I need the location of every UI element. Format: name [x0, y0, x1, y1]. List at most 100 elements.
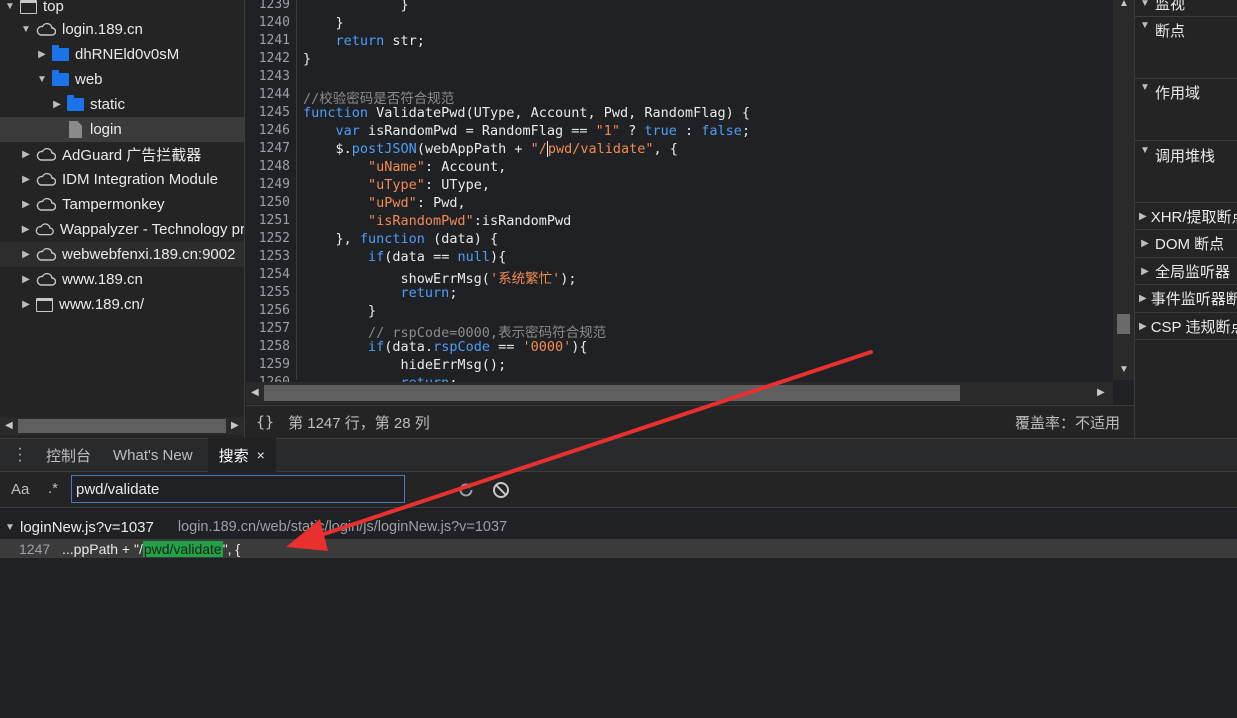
expand-right-icon[interactable]: ▶ [51, 99, 63, 110]
search-input[interactable] [71, 475, 405, 503]
line-number[interactable]: 1239 [259, 0, 290, 12]
line-number[interactable]: 1251 [259, 213, 290, 228]
line-number[interactable]: 1259 [259, 357, 290, 372]
expand-right-icon[interactable]: ▶ [20, 224, 31, 235]
code-line[interactable]: } [303, 15, 344, 31]
tree-item-dhrnel[interactable]: ▶ dhRNEld0v0sM [0, 42, 244, 67]
section-scope[interactable]: ▼ 作用域 [1135, 79, 1237, 141]
line-number[interactable]: 1242 [259, 51, 290, 66]
scrollbar-thumb[interactable] [1117, 314, 1130, 334]
code-line[interactable]: var isRandomPwd = RandomFlag == "1" ? tr… [303, 123, 751, 139]
code-line[interactable]: return str; [303, 33, 425, 49]
expand-down-icon[interactable]: ▼ [1139, 20, 1151, 31]
scroll-down-icon[interactable]: ▼ [1119, 364, 1129, 375]
expand-right-icon[interactable]: ▶ [20, 199, 32, 210]
code-line[interactable]: "uType": UType, [303, 177, 490, 193]
code-line[interactable]: } [303, 51, 311, 67]
section-dom-breakpoints[interactable]: ▶ DOM 断点 [1135, 230, 1237, 258]
regex-button[interactable]: .* [48, 480, 58, 497]
tree-item-static[interactable]: ▶ static [0, 92, 244, 117]
tree-item-login[interactable]: login [0, 117, 244, 142]
code-line[interactable]: function ValidatePwd(UType, Account, Pwd… [303, 105, 750, 121]
expand-down-icon[interactable]: ▼ [36, 74, 48, 85]
scroll-left-icon[interactable]: ◀ [251, 387, 259, 398]
result-match-row[interactable]: 1247 ...ppPath + "/pwd/validate ", { [0, 539, 1237, 558]
line-number[interactable]: 1248 [259, 159, 290, 174]
code-line[interactable]: $.postJSON(webAppPath + "/pwd/validate",… [303, 141, 678, 157]
section-call-stack[interactable]: ▼ 调用堆栈 [1135, 141, 1237, 203]
expand-down-icon[interactable]: ▼ [1139, 82, 1151, 93]
tab-console[interactable]: 控制台 [35, 438, 102, 472]
expand-down-icon[interactable]: ▼ [1139, 0, 1151, 9]
close-icon[interactable]: × [257, 447, 265, 463]
expand-right-icon[interactable]: ▶ [20, 174, 32, 185]
code-line[interactable]: if(data == null){ [303, 249, 506, 265]
code-line[interactable]: hideErrMsg(); [303, 357, 507, 373]
expand-right-icon[interactable]: ▶ [20, 299, 32, 310]
line-number[interactable]: 1252 [259, 231, 290, 246]
tree-item-idm[interactable]: ▶ IDM Integration Module [0, 167, 244, 192]
expand-down-icon[interactable]: ▼ [4, 522, 16, 533]
code-line[interactable]: //校验密码是否符合规范 [303, 87, 454, 107]
pretty-print-button[interactable]: {} [256, 413, 274, 431]
section-watch[interactable]: ▼ 监视 [1135, 0, 1237, 17]
expand-right-icon[interactable]: ▶ [1139, 266, 1151, 277]
scroll-left-icon[interactable]: ◀ [5, 420, 13, 431]
line-number[interactable]: 1249 [259, 177, 290, 192]
scroll-up-icon[interactable]: ▲ [1119, 0, 1129, 9]
line-number[interactable]: 1255 [259, 285, 290, 300]
line-number[interactable]: 1256 [259, 303, 290, 318]
refresh-icon[interactable] [457, 481, 475, 499]
line-number[interactable]: 1258 [259, 339, 290, 354]
tree-horizontal-scrollbar[interactable]: ◀ ▶ [0, 417, 244, 435]
code-line[interactable]: showErrMsg('系统繁忙'); [303, 267, 577, 287]
expand-right-icon[interactable]: ▶ [20, 249, 32, 260]
expand-right-icon[interactable]: ▶ [1139, 321, 1147, 332]
tree-item-web[interactable]: ▼ web [0, 67, 244, 92]
clear-icon[interactable] [492, 481, 510, 499]
expand-down-icon[interactable]: ▼ [1139, 145, 1151, 156]
line-number[interactable]: 1253 [259, 249, 290, 264]
expand-right-icon[interactable]: ▶ [1139, 211, 1147, 222]
line-number[interactable]: 1254 [259, 267, 290, 282]
section-xhr-breakpoints[interactable]: ▶ XHR/提取断点 [1135, 203, 1237, 230]
tree-item-adguard[interactable]: ▶ AdGuard 广告拦截器 [0, 142, 244, 167]
more-tools-icon[interactable]: · · · [15, 441, 25, 469]
tree-item-login-189[interactable]: ▼ login.189.cn [0, 17, 244, 42]
match-case-button[interactable]: Aa [11, 481, 29, 498]
line-number[interactable]: 1240 [259, 15, 290, 30]
code-line[interactable]: "uPwd": Pwd, [303, 195, 466, 211]
line-number[interactable]: 1247 [259, 141, 290, 156]
tree-item-webwebfenxi[interactable]: ▶ webwebfenxi.189.cn:9002 [0, 242, 244, 267]
section-csp-breakpoints[interactable]: ▶ CSP 违规断点 [1135, 313, 1237, 340]
line-number[interactable]: 1243 [259, 69, 290, 84]
tab-whats-new[interactable]: What's New [102, 438, 204, 472]
expand-right-icon[interactable]: ▶ [20, 274, 32, 285]
expand-right-icon[interactable]: ▶ [36, 49, 48, 60]
code-line[interactable]: "isRandomPwd":isRandomPwd [303, 213, 571, 229]
section-global-listeners[interactable]: ▶ 全局监听器 [1135, 258, 1237, 285]
code-line[interactable]: } [303, 0, 409, 13]
code-line[interactable]: } [303, 303, 376, 319]
editor-vertical-scrollbar[interactable]: ▲ ▼ [1113, 0, 1134, 380]
section-event-listener-breakpoints[interactable]: ▶ 事件监听器断点 [1135, 285, 1237, 313]
line-number[interactable]: 1241 [259, 33, 290, 48]
code-line[interactable]: if(data.rspCode == '0000'){ [303, 339, 588, 355]
line-number[interactable]: 1244 [259, 87, 290, 102]
expand-down-icon[interactable]: ▼ [4, 1, 16, 12]
editor-horizontal-scrollbar[interactable]: ◀ ▶ [246, 382, 1113, 404]
line-number[interactable]: 1246 [259, 123, 290, 138]
scrollbar-thumb[interactable] [264, 385, 960, 401]
code-editor[interactable]: 1239 1240 1241 1242 1243 1244 1245 1246 1247 1248… [246, 0, 1134, 405]
tree-item-www-189-frame[interactable]: ▶ www.189.cn/ [0, 292, 244, 317]
expand-right-icon[interactable]: ▶ [20, 149, 32, 160]
line-number[interactable]: 1245 [259, 105, 290, 120]
line-number[interactable]: 1257 [259, 321, 290, 336]
expand-down-icon[interactable]: ▼ [20, 24, 32, 35]
line-number[interactable]: 1250 [259, 195, 290, 210]
tree-item-www-189[interactable]: ▶ www.189.cn [0, 267, 244, 292]
scroll-right-icon[interactable]: ▶ [231, 420, 239, 431]
tab-search[interactable]: 搜索 × [207, 438, 276, 472]
tree-item-tampermonkey[interactable]: ▶ Tampermonkey [0, 192, 244, 217]
result-file-name[interactable]: loginNew.js?v=1037 [20, 519, 154, 536]
